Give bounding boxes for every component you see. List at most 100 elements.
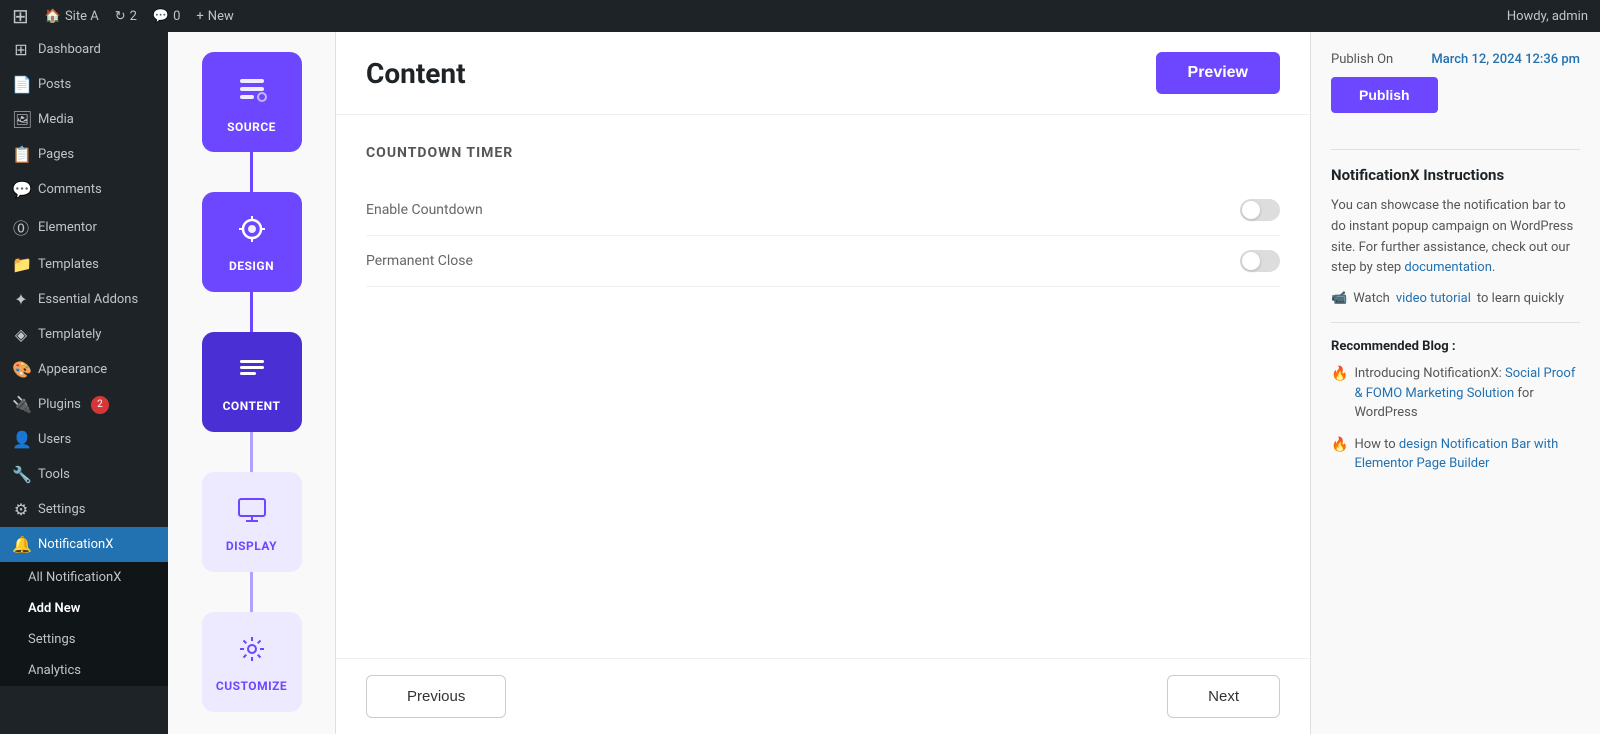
- source-step-icon: [234, 71, 270, 114]
- appearance-icon: 🎨: [12, 360, 30, 379]
- customize-step-label: CUSTOMIZE: [216, 679, 287, 693]
- permanent-close-row: Permanent Close: [366, 236, 1280, 287]
- submenu-analytics[interactable]: Analytics: [0, 655, 168, 686]
- sidebar-item-label: Posts: [38, 77, 71, 92]
- sidebar-item-comments[interactable]: 💬 Comments: [0, 172, 168, 207]
- elementor-icon: ⓪: [12, 215, 30, 239]
- right-divider-2: [1331, 322, 1580, 323]
- publish-date: March 12, 2024 12:36 pm: [1431, 52, 1580, 67]
- content-step-icon: [235, 352, 269, 393]
- sidebar-item-media[interactable]: 🖼 Media: [0, 102, 168, 137]
- sidebar-item-users[interactable]: 👤 Users: [0, 422, 168, 457]
- video-icon: 📹: [1331, 291, 1347, 306]
- sidebar-item-label: Templately: [38, 327, 101, 342]
- enable-countdown-row: Enable Countdown: [366, 185, 1280, 236]
- enable-countdown-toggle[interactable]: [1240, 199, 1280, 221]
- wizard-step-content: CONTENT: [168, 332, 335, 472]
- users-icon: 👤: [12, 430, 30, 449]
- sidebar-item-label: Dashboard: [38, 42, 101, 57]
- publish-button[interactable]: Publish: [1331, 77, 1438, 113]
- editor-header: Content Preview: [336, 32, 1310, 115]
- notificationx-submenu: All NotificationX Add New Settings Analy…: [0, 562, 168, 686]
- permanent-close-label: Permanent Close: [366, 253, 473, 269]
- plugins-badge: 2: [91, 396, 109, 414]
- submenu-add-new[interactable]: Add New: [0, 593, 168, 624]
- connector-4: [250, 572, 253, 612]
- sidebar-item-pages[interactable]: 📋 Pages: [0, 137, 168, 172]
- sidebar-item-label: Elementor: [38, 220, 97, 235]
- sidebar-item-label: Users: [38, 432, 71, 447]
- tools-icon: 🔧: [12, 465, 30, 484]
- site-name[interactable]: 🏠 Site A: [45, 9, 99, 24]
- instructions-text: You can showcase the notification bar to…: [1331, 196, 1580, 279]
- wizard-step-design: DESIGN: [168, 192, 335, 332]
- sidebar-item-elementor[interactable]: ⓪ Elementor: [0, 207, 168, 247]
- right-divider: [1331, 149, 1580, 150]
- design-step-label: DESIGN: [229, 259, 274, 273]
- video-tutorial-link[interactable]: video tutorial: [1396, 291, 1471, 306]
- sidebar-item-essential-addons[interactable]: ✦ Essential Addons: [0, 282, 168, 317]
- sidebar-item-tools[interactable]: 🔧 Tools: [0, 457, 168, 492]
- sidebar: ⊞ Dashboard 📄 Posts 🖼 Media 📋 Pages 💬 Co…: [0, 32, 168, 734]
- submenu-label: Add New: [28, 601, 80, 616]
- site-icon: 🏠: [45, 9, 61, 24]
- blog-item-1: 🔥 Introducing NotificationX: Social Proo…: [1331, 364, 1580, 423]
- sidebar-item-label: Plugins: [38, 397, 81, 412]
- comments-icon: 💬: [153, 9, 169, 24]
- updates-item[interactable]: ↻ 2: [115, 9, 137, 24]
- sidebar-item-dashboard[interactable]: ⊞ Dashboard: [0, 32, 168, 67]
- sidebar-item-appearance[interactable]: 🎨 Appearance: [0, 352, 168, 387]
- comments-nav-icon: 💬: [12, 180, 30, 199]
- wizard-step-customize: CUSTOMIZE: [168, 612, 335, 712]
- wizard-sidebar: SOURCE: [168, 32, 336, 734]
- customize-step-icon: [235, 632, 269, 673]
- connector-1: [250, 152, 253, 192]
- sidebar-item-notificationx[interactable]: 🔔 NotificationX: [0, 527, 168, 562]
- submenu-all-notificationx[interactable]: All NotificationX: [0, 562, 168, 593]
- wizard-step-source-box[interactable]: SOURCE: [202, 52, 302, 152]
- fire-icon-1: 🔥: [1331, 364, 1348, 385]
- main-layout: ⊞ Dashboard 📄 Posts 🖼 Media 📋 Pages 💬 Co…: [0, 32, 1600, 734]
- templates-icon: 📁: [12, 255, 30, 274]
- editor-footer: Previous Next: [336, 658, 1310, 734]
- admin-bar: ⊞ 🏠 Site A ↻ 2 💬 0 + New Howdy, admin: [0, 0, 1600, 32]
- editor-title: Content: [366, 57, 466, 90]
- submenu-settings[interactable]: Settings: [0, 624, 168, 655]
- connector-3: [250, 432, 253, 472]
- wizard-step-display-box[interactable]: DISPLAY: [202, 472, 302, 572]
- content-area: SOURCE: [168, 32, 1600, 734]
- preview-button[interactable]: Preview: [1156, 52, 1280, 94]
- sidebar-item-templates[interactable]: 📁 Templates: [0, 247, 168, 282]
- settings-icon: ⚙: [12, 500, 30, 519]
- wizard-step-design-box[interactable]: DESIGN: [202, 192, 302, 292]
- wizard-step-content-box[interactable]: CONTENT: [202, 332, 302, 432]
- instructions-title: NotificationX Instructions: [1331, 166, 1580, 184]
- right-panel: Publish On March 12, 2024 12:36 pm Publi…: [1310, 32, 1600, 734]
- previous-button[interactable]: Previous: [366, 675, 506, 718]
- sidebar-item-settings[interactable]: ⚙ Settings: [0, 492, 168, 527]
- comments-item[interactable]: 💬 0: [153, 9, 181, 24]
- content-step-label: CONTENT: [223, 399, 281, 413]
- display-step-label: DISPLAY: [226, 539, 277, 553]
- sidebar-item-plugins[interactable]: 🔌 Plugins 2: [0, 387, 168, 422]
- wizard-step-customize-box[interactable]: CUSTOMIZE: [202, 612, 302, 712]
- sidebar-item-label: Pages: [38, 147, 74, 162]
- sidebar-item-label: Comments: [38, 182, 102, 197]
- sidebar-item-label: Tools: [38, 467, 70, 482]
- submenu-label: All NotificationX: [28, 570, 121, 585]
- sidebar-item-templately[interactable]: ◈ Templately: [0, 317, 168, 352]
- documentation-link[interactable]: documentation: [1404, 260, 1492, 275]
- wizard-step-display: DISPLAY: [168, 472, 335, 612]
- sidebar-item-posts[interactable]: 📄 Posts: [0, 67, 168, 102]
- new-item[interactable]: + New: [196, 9, 233, 24]
- plus-icon: +: [196, 9, 203, 24]
- next-button[interactable]: Next: [1167, 675, 1280, 718]
- wizard-step-source: SOURCE: [168, 52, 335, 192]
- permanent-close-toggle[interactable]: [1240, 250, 1280, 272]
- templately-icon: ◈: [12, 325, 30, 344]
- recommended-title: Recommended Blog :: [1331, 339, 1580, 354]
- updates-icon: ↻: [115, 9, 126, 24]
- notificationx-icon: 🔔: [12, 535, 30, 554]
- editor-body: COUNTDOWN TIMER Enable Countdown Permane…: [336, 115, 1310, 658]
- wp-logo-icon[interactable]: ⊞: [12, 4, 29, 28]
